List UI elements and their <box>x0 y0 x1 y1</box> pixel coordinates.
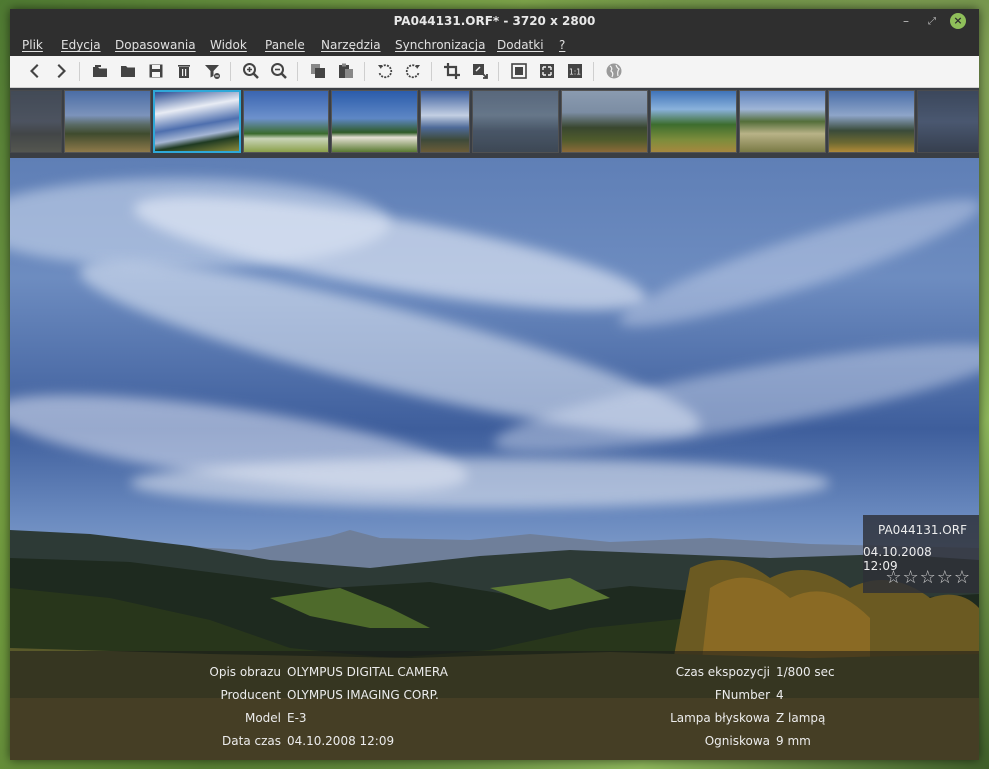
save-icon[interactable] <box>146 61 166 81</box>
app-window: PA044131.ORF* - 3720 x 2800 – ⤢ × Plik E… <box>10 9 979 760</box>
thumbnail[interactable] <box>561 90 648 153</box>
toolbar-separator <box>79 62 80 81</box>
overlay-filename: PA044131.ORF <box>878 523 967 537</box>
exif-value: 4 <box>776 688 784 702</box>
exif-label: Opis obrazu <box>209 665 281 679</box>
thumbnail[interactable] <box>331 90 418 153</box>
menu-help[interactable]: ? <box>559 37 565 53</box>
exif-value: 1/800 sec <box>776 665 835 679</box>
image-viewer[interactable]: PA044131.ORF 04.10.2008 12:09 ☆☆☆☆☆ Opis… <box>10 158 979 760</box>
next-icon[interactable] <box>52 61 72 81</box>
file-info-overlay: PA044131.ORF 04.10.2008 12:09 ☆☆☆☆☆ <box>863 515 979 593</box>
fit-window-icon[interactable] <box>509 61 529 81</box>
menu-synchronizacja[interactable]: Synchronizacja <box>395 37 485 53</box>
rotate-right-icon[interactable] <box>403 61 423 81</box>
fullscreen-icon[interactable] <box>537 61 557 81</box>
window-title: PA044131.ORF* - 3720 x 2800 <box>393 14 596 28</box>
delete-icon[interactable] <box>174 61 194 81</box>
toolbar-separator <box>431 62 432 81</box>
exif-value: E-3 <box>287 711 307 725</box>
resize-icon[interactable] <box>470 61 490 81</box>
filter-icon[interactable] <box>202 61 222 81</box>
menu-dodatki[interactable]: Dodatki <box>497 37 544 53</box>
exif-label: Producent <box>220 688 281 702</box>
thumbnail-selected[interactable] <box>153 90 241 153</box>
open-file-icon[interactable] <box>90 61 110 81</box>
previous-icon[interactable] <box>24 61 44 81</box>
filmstrip <box>10 88 979 158</box>
toolbar-separator <box>230 62 231 81</box>
thumbnail[interactable] <box>243 90 329 153</box>
maximize-button[interactable]: ⤢ <box>921 9 943 34</box>
exif-value: 04.10.2008 12:09 <box>287 734 395 748</box>
exif-value: OLYMPUS IMAGING CORP. <box>287 688 439 702</box>
exif-label: FNumber <box>714 688 770 702</box>
thumbnail[interactable] <box>64 90 151 153</box>
thumbnail[interactable] <box>472 90 559 153</box>
thumbnail[interactable] <box>10 90 62 153</box>
exif-panel: Opis obrazu OLYMPUS DIGITAL CAMERA Produ… <box>10 651 979 760</box>
thumbnail[interactable] <box>420 90 470 153</box>
toolbar-separator <box>498 62 499 81</box>
toolbar-separator <box>297 62 298 81</box>
menu-edycja[interactable]: Edycja <box>61 37 101 53</box>
menu-dopasowania[interactable]: Dopasowania <box>115 37 196 53</box>
menu-narzedzia[interactable]: Narzędzia <box>321 37 381 53</box>
toolbar-separator <box>364 62 365 81</box>
exif-value: 9 mm <box>776 734 811 748</box>
close-button[interactable]: × <box>950 13 966 29</box>
copy-icon[interactable] <box>308 61 328 81</box>
menu-bar: Plik Edycja Dopasowania Widok Panele Nar… <box>10 34 979 56</box>
exif-label: Czas ekspozycji <box>675 665 770 679</box>
thumbnail[interactable] <box>828 90 915 153</box>
menu-plik[interactable]: Plik <box>22 37 43 53</box>
thumbnail[interactable] <box>739 90 826 153</box>
menu-panele[interactable]: Panele <box>265 37 305 53</box>
exif-value: Z lampą <box>776 711 826 725</box>
minimize-button[interactable]: – <box>895 9 917 34</box>
exif-label: Ogniskowa <box>704 734 770 748</box>
thumbnail[interactable] <box>917 90 979 153</box>
exif-value: OLYMPUS DIGITAL CAMERA <box>287 665 448 679</box>
exif-label: Lampa błyskowa <box>670 711 770 725</box>
zoom-out-icon[interactable] <box>269 61 289 81</box>
title-bar[interactable]: PA044131.ORF* - 3720 x 2800 – ⤢ × <box>10 9 979 34</box>
menu-widok[interactable]: Widok <box>210 37 247 53</box>
rotate-left-icon[interactable] <box>375 61 395 81</box>
rating-stars[interactable]: ☆☆☆☆☆ <box>885 567 971 588</box>
exif-label: Model <box>244 711 281 725</box>
open-folder-icon[interactable] <box>118 61 138 81</box>
exif-label: Data czas <box>222 734 281 748</box>
toolbar: 1:1 <box>10 56 979 88</box>
toolbar-separator <box>593 62 594 81</box>
paste-icon[interactable] <box>336 61 356 81</box>
globe-icon[interactable] <box>604 61 624 81</box>
zoom-in-icon[interactable] <box>241 61 261 81</box>
actual-size-icon[interactable]: 1:1 <box>565 61 585 81</box>
actual-size-label: 1:1 <box>569 68 581 77</box>
thumbnail[interactable] <box>650 90 737 153</box>
crop-icon[interactable] <box>442 61 462 81</box>
